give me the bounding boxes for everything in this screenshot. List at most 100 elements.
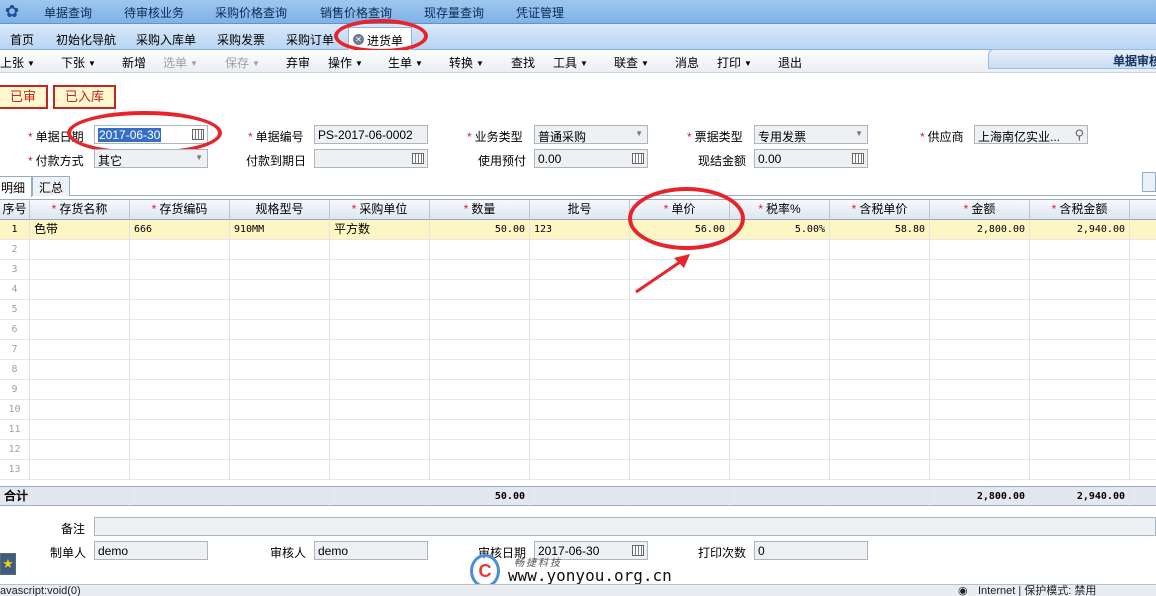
- grid-cell[interactable]: [1030, 300, 1130, 320]
- grid-cell[interactable]: [830, 360, 930, 380]
- tab-summary[interactable]: 汇总: [32, 176, 71, 196]
- grid-cell[interactable]: [430, 260, 530, 280]
- operate-button[interactable]: 操作 ▼: [328, 54, 363, 71]
- header-cell[interactable]: * 存货名称: [30, 200, 130, 220]
- tax-price-cell[interactable]: 58.80: [830, 220, 930, 240]
- header-cell[interactable]: 序号: [0, 200, 30, 220]
- save-button[interactable]: 保存 ▼: [225, 54, 260, 71]
- header-cell[interactable]: 规格型号: [230, 200, 330, 220]
- grid-cell[interactable]: [430, 420, 530, 440]
- table-row[interactable]: 12: [0, 440, 1156, 460]
- tab-purchase-order[interactable]: 采购订单: [286, 31, 334, 48]
- grid-cell[interactable]: [530, 380, 630, 400]
- grid-cell[interactable]: [730, 300, 830, 320]
- tax-amount-cell[interactable]: 2,940.00: [1030, 220, 1130, 240]
- table-row[interactable]: 7: [0, 340, 1156, 360]
- tab-purchase-invoice[interactable]: 采购发票: [217, 31, 265, 48]
- select-button[interactable]: 选单 ▼: [163, 54, 198, 71]
- grid-cell[interactable]: [630, 360, 730, 380]
- header-cell[interactable]: * 单价: [630, 200, 730, 220]
- copy-icon[interactable]: [1142, 172, 1156, 192]
- item-name-cell[interactable]: 色带: [30, 220, 130, 240]
- grid-cell[interactable]: [30, 460, 130, 480]
- grid-cell[interactable]: [130, 360, 230, 380]
- table-row[interactable]: 2: [0, 240, 1156, 260]
- grid-cell[interactable]: [930, 460, 1030, 480]
- supplier-field[interactable]: 上海南亿实业... ⚲: [974, 125, 1088, 144]
- grid-cell[interactable]: [1030, 240, 1130, 260]
- grid-cell[interactable]: [630, 280, 730, 300]
- grid-cell[interactable]: [330, 360, 430, 380]
- grid-cell[interactable]: [730, 440, 830, 460]
- table-row[interactable]: 5: [0, 300, 1156, 320]
- grid-cell[interactable]: [230, 380, 330, 400]
- grid-cell[interactable]: [930, 240, 1030, 260]
- grid-cell[interactable]: [730, 280, 830, 300]
- grid-cell[interactable]: [530, 340, 630, 360]
- search-icon[interactable]: ⚲: [1074, 127, 1084, 143]
- grid-cell[interactable]: [930, 380, 1030, 400]
- table-row[interactable]: 1 色带 666 910MM 平方数 50.00 123 56.00 5.00%…: [0, 220, 1156, 240]
- grid-cell[interactable]: [330, 320, 430, 340]
- grid-cell[interactable]: [430, 380, 530, 400]
- convert-button[interactable]: 转换 ▼: [449, 54, 484, 71]
- grid-cell[interactable]: [130, 280, 230, 300]
- grid-cell[interactable]: [530, 400, 630, 420]
- grid-cell[interactable]: [530, 320, 630, 340]
- grid-cell[interactable]: [630, 420, 730, 440]
- tax-rate-cell[interactable]: 5.00%: [730, 220, 830, 240]
- grid-cell[interactable]: [530, 440, 630, 460]
- find-button[interactable]: 查找: [511, 54, 535, 71]
- cash-field[interactable]: 0.00: [754, 149, 868, 168]
- grid-cell[interactable]: [830, 300, 930, 320]
- calculator-icon[interactable]: [852, 153, 864, 164]
- grid-cell[interactable]: [930, 340, 1030, 360]
- header-cell[interactable]: * 金额: [930, 200, 1030, 220]
- grid-cell[interactable]: [530, 460, 630, 480]
- grid-cell[interactable]: [30, 320, 130, 340]
- grid-cell[interactable]: [430, 340, 530, 360]
- grid-cell[interactable]: [1030, 400, 1130, 420]
- abandon-audit-button[interactable]: 弃审: [286, 54, 310, 71]
- grid-cell[interactable]: [230, 420, 330, 440]
- batch-cell[interactable]: 123: [530, 220, 630, 240]
- grid-cell[interactable]: [230, 340, 330, 360]
- header-cell[interactable]: * 数量: [430, 200, 530, 220]
- grid-cell[interactable]: [330, 340, 430, 360]
- grid-cell[interactable]: [30, 440, 130, 460]
- header-cell[interactable]: 批号: [530, 200, 630, 220]
- calendar-icon[interactable]: [192, 129, 204, 140]
- grid-cell[interactable]: [230, 320, 330, 340]
- grid-cell[interactable]: [930, 280, 1030, 300]
- table-row[interactable]: 9: [0, 380, 1156, 400]
- grid-cell[interactable]: [430, 300, 530, 320]
- grid-cell[interactable]: [730, 320, 830, 340]
- header-cell[interactable]: * 税率%: [730, 200, 830, 220]
- calculator-icon[interactable]: [632, 153, 644, 164]
- grid-cell[interactable]: [230, 440, 330, 460]
- grid-cell[interactable]: [730, 240, 830, 260]
- generate-button[interactable]: 生单 ▼: [388, 54, 423, 71]
- next-button[interactable]: 下张 ▼: [61, 54, 96, 71]
- grid-cell[interactable]: [130, 260, 230, 280]
- add-button[interactable]: 新增: [122, 54, 146, 71]
- grid-cell[interactable]: [730, 460, 830, 480]
- grid-cell[interactable]: [830, 240, 930, 260]
- grid-cell[interactable]: [330, 440, 430, 460]
- table-row[interactable]: 3: [0, 260, 1156, 280]
- grid-cell[interactable]: [30, 380, 130, 400]
- grid-cell[interactable]: [30, 340, 130, 360]
- grid-cell[interactable]: [230, 400, 330, 420]
- grid-cell[interactable]: [630, 260, 730, 280]
- grid-cell[interactable]: [630, 240, 730, 260]
- grid-cell[interactable]: [930, 360, 1030, 380]
- grid-cell[interactable]: [730, 380, 830, 400]
- grid-cell[interactable]: [1030, 320, 1130, 340]
- grid-cell[interactable]: [430, 320, 530, 340]
- grid-cell[interactable]: [230, 280, 330, 300]
- grid-cell[interactable]: [230, 300, 330, 320]
- table-row[interactable]: 4: [0, 280, 1156, 300]
- grid-cell[interactable]: [530, 240, 630, 260]
- grid-cell[interactable]: [430, 460, 530, 480]
- grid-cell[interactable]: [630, 320, 730, 340]
